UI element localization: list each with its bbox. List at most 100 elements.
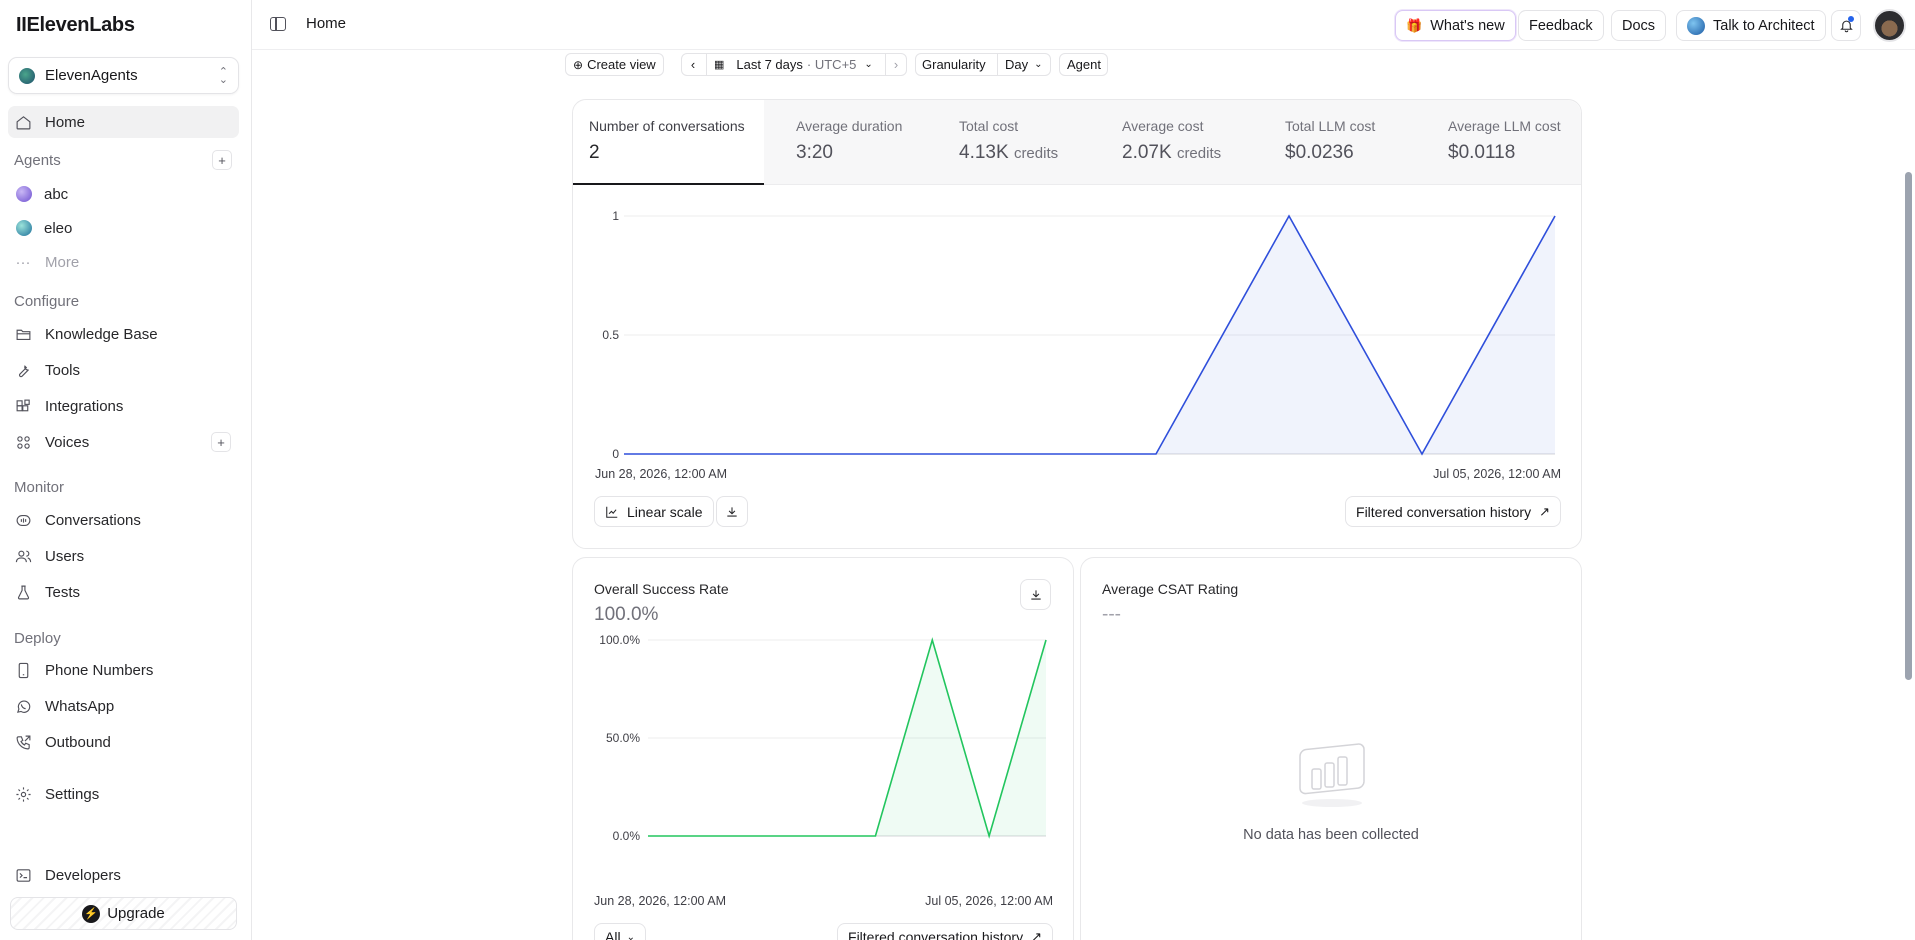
linear-scale-button[interactable]: Linear scale: [594, 496, 714, 527]
notifications-button[interactable]: [1831, 10, 1861, 41]
download-success-chart-button[interactable]: [1020, 579, 1051, 610]
sidebar-item-conversations[interactable]: Conversations: [8, 504, 239, 536]
filtered-history-link[interactable]: Filtered conversation history ↗: [1345, 496, 1561, 527]
sidebar-item-whatsapp[interactable]: WhatsApp: [8, 690, 239, 722]
prev-range-button[interactable]: ‹: [681, 53, 705, 76]
arrow-up-right-icon: ↗: [1539, 503, 1550, 519]
add-voice-button[interactable]: +: [211, 432, 231, 452]
phone-outgoing-icon: [14, 733, 32, 751]
sidebar-item-agent-abc[interactable]: abc: [8, 178, 239, 210]
x-axis-start-label: Jun 28, 2026, 12:00 AM: [594, 894, 727, 908]
agent-avatar-icon: [16, 186, 32, 202]
sidebar-item-users[interactable]: Users: [8, 540, 239, 572]
metrics-tabs: Number of conversations 2 Average durati…: [573, 100, 1581, 185]
feedback-label: Feedback: [1529, 17, 1593, 34]
success-filter-select[interactable]: All ⌄: [594, 923, 646, 940]
sidebar-item-label: Tests: [45, 583, 81, 601]
workspace-icon: [19, 67, 35, 84]
metric-value: 3:20: [796, 142, 833, 163]
folder-icon: [14, 325, 32, 343]
y-tick-label: 50.0%: [606, 731, 640, 745]
chevron-updown-icon: ⌃ ⌄: [218, 65, 228, 86]
sidebar-item-label: Integrations: [45, 397, 124, 415]
sidebar-item-tools[interactable]: Tools: [8, 354, 239, 386]
add-agent-button[interactable]: +: [212, 150, 232, 170]
download-chart-button[interactable]: [716, 496, 748, 527]
sidebar-item-label: Phone Numbers: [45, 661, 154, 679]
filtered-history-label: Filtered conversation history: [848, 929, 1024, 940]
notification-dot: [1848, 16, 1854, 22]
conversation-icon: [14, 511, 32, 529]
workspace-switcher[interactable]: ElevenAgents ⌃ ⌄: [8, 57, 239, 94]
sidebar-item-outbound[interactable]: Outbound: [8, 726, 239, 758]
sidebar-item-label: Conversations: [45, 511, 141, 529]
phone-icon: [14, 661, 32, 679]
metric-label: Average cost: [1122, 118, 1204, 134]
y-tick-label: 1: [612, 209, 619, 223]
voices-icon: [14, 433, 32, 451]
metric-tab-average-llm-cost[interactable]: Average LLM cost $0.0118: [1432, 100, 1582, 185]
top-bar: Home 🎁 What's new Feedback Docs Talk to …: [252, 0, 1915, 50]
sidebar-item-tests[interactable]: Tests: [8, 576, 239, 608]
metrics-card: Number of conversations 2 Average durati…: [572, 99, 1582, 549]
metric-tab-total-cost[interactable]: Total cost 4.13K credits: [943, 100, 1093, 185]
download-icon: [1030, 589, 1041, 600]
metric-tab-total-llm-cost[interactable]: Total LLM cost $0.0236: [1269, 100, 1419, 185]
sidebar-item-phone-numbers[interactable]: Phone Numbers: [8, 654, 239, 686]
success-filtered-history-link[interactable]: Filtered conversation history ↗: [837, 923, 1053, 940]
sidebar-toggle-icon[interactable]: [270, 17, 286, 31]
app-logo: IIElevenLabs: [16, 14, 135, 36]
sidebar-item-label: Developers: [45, 866, 121, 884]
sidebar-item-integrations[interactable]: Integrations: [8, 390, 239, 422]
terminal-icon: [14, 866, 32, 884]
date-range-select[interactable]: ▦ Last 7 days · UTC+5 ⌄: [706, 53, 886, 76]
success-rate-chart: 0.0% 50.0% 100.0%: [599, 633, 1047, 843]
docs-button[interactable]: Docs: [1611, 10, 1667, 41]
x-axis-end-label: Jul 05, 2026, 12:00 AM: [1433, 467, 1561, 481]
filtered-history-label: Filtered conversation history: [1356, 503, 1532, 520]
calendar-icon: ▦: [714, 59, 725, 71]
card-title: Average CSAT Rating: [1102, 581, 1239, 597]
scrollbar-thumb[interactable]: [1905, 172, 1912, 680]
sidebar-item-home[interactable]: Home: [8, 106, 239, 138]
metric-tab-average-duration[interactable]: Average duration 3:20: [780, 100, 930, 185]
next-range-button[interactable]: ›: [886, 53, 906, 76]
metric-tab-conversations[interactable]: Number of conversations 2: [573, 100, 764, 185]
sidebar-item-more[interactable]: ··· More: [8, 246, 239, 278]
granularity-label: Granularity: [915, 53, 998, 76]
sidebar-item-voices[interactable]: Voices: [8, 426, 239, 458]
sidebar-item-developers[interactable]: Developers: [8, 859, 239, 891]
talk-to-architect-button[interactable]: Talk to Architect: [1676, 10, 1826, 41]
talk-to-architect-label: Talk to Architect: [1713, 17, 1815, 34]
whats-new-button[interactable]: 🎁 What's new: [1395, 10, 1516, 41]
upgrade-button[interactable]: ⚡ Upgrade: [10, 897, 237, 930]
blocks-icon: [14, 397, 32, 415]
chevron-left-icon: ‹: [690, 57, 696, 72]
sidebar-item-knowledge-base[interactable]: Knowledge Base: [8, 318, 239, 350]
section-deploy: Deploy: [14, 630, 61, 647]
wrench-icon: [14, 361, 32, 379]
x-axis-end-label: Jul 05, 2026, 12:00 AM: [925, 894, 1053, 908]
sidebar-item-label: Tools: [45, 361, 81, 379]
feedback-button[interactable]: Feedback: [1518, 10, 1604, 41]
metric-tab-average-cost[interactable]: Average cost 2.07K credits: [1106, 100, 1256, 185]
gear-icon: [14, 785, 32, 803]
card-title: Overall Success Rate: [594, 581, 729, 597]
granularity-value: Day: [1005, 57, 1029, 72]
metric-value: 4.13K credits: [959, 142, 1059, 163]
x-axis-start-label: Jun 28, 2026, 12:00 AM: [595, 467, 728, 481]
more-icon: ···: [15, 253, 31, 271]
sidebar: IIElevenLabs ElevenAgents ⌃ ⌄ Home Agents…: [0, 0, 252, 940]
gift-icon: 🎁: [1406, 17, 1423, 33]
sidebar-item-agent-eleo[interactable]: eleo: [8, 212, 239, 244]
metric-label: Average LLM cost: [1448, 118, 1561, 134]
chevron-down-icon: ⌄: [864, 59, 873, 70]
create-view-button[interactable]: ⊕ Create view: [565, 53, 664, 76]
sidebar-item-label: abc: [44, 185, 69, 203]
sidebar-item-label: Outbound: [45, 733, 111, 751]
sidebar-item-settings[interactable]: Settings: [8, 778, 239, 810]
agent-filter-button[interactable]: Agent: [1059, 53, 1108, 76]
user-avatar[interactable]: [1873, 9, 1906, 42]
metric-label: Total LLM cost: [1285, 118, 1376, 134]
granularity-select[interactable]: Day ⌄: [998, 53, 1050, 76]
